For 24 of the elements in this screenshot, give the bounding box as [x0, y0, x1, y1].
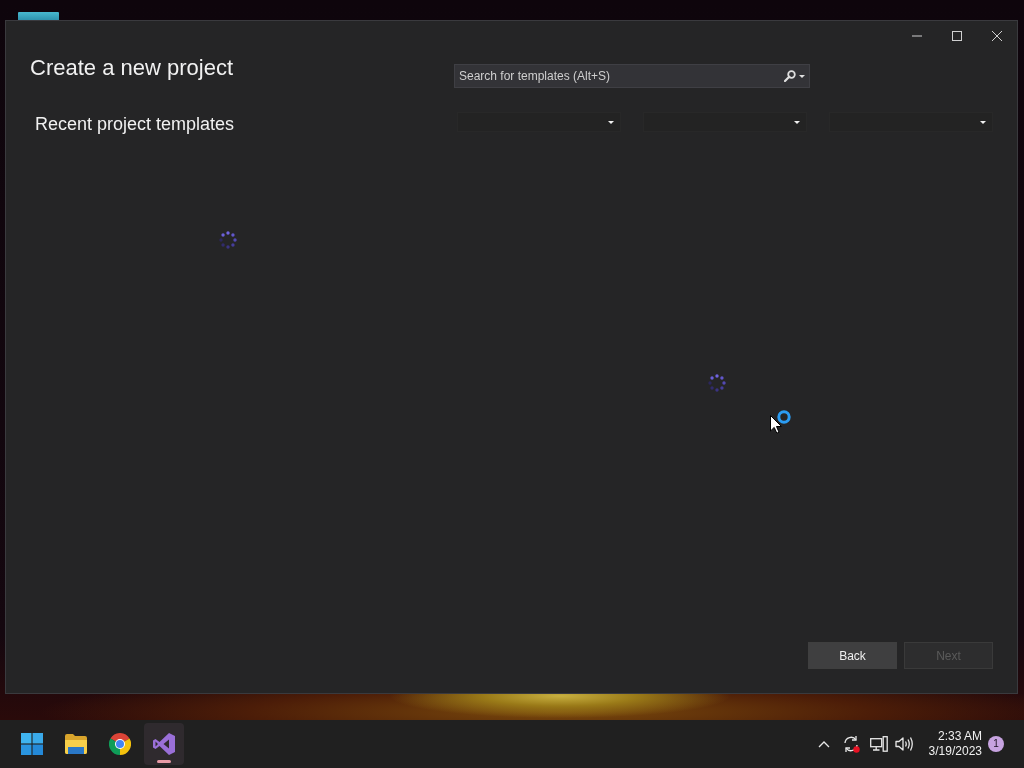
caret-icon	[608, 120, 614, 124]
caret-icon	[980, 120, 986, 124]
speaker-icon[interactable]	[894, 736, 913, 752]
maximize-icon	[952, 31, 962, 41]
squares-icon	[21, 733, 43, 755]
window-title: Create a new project	[30, 54, 233, 82]
chevron-up-icon[interactable]	[817, 740, 830, 748]
notification-badge[interactable]: 1	[988, 736, 1004, 752]
taskbar-button[interactable]	[144, 723, 184, 765]
search-icon	[784, 70, 796, 82]
close-icon	[992, 31, 1002, 41]
section-heading: Recent project templates	[35, 113, 235, 136]
clock[interactable]: 2:33 AM 3/19/2023	[924, 727, 986, 761]
pointer-icon	[770, 415, 782, 434]
app-logo-icon	[153, 733, 175, 755]
caret-icon	[799, 74, 805, 78]
back-button[interactable]: Back	[808, 642, 897, 669]
sync-alert-icon[interactable]	[841, 735, 860, 753]
folder-icon	[65, 733, 87, 755]
running-indicator-icon	[157, 760, 171, 763]
monitor-icon[interactable]	[869, 736, 888, 752]
caret-icon	[794, 120, 800, 124]
browser-icon	[109, 733, 131, 755]
search-field[interactable]: Search for templates (Alt+S)	[454, 64, 810, 88]
